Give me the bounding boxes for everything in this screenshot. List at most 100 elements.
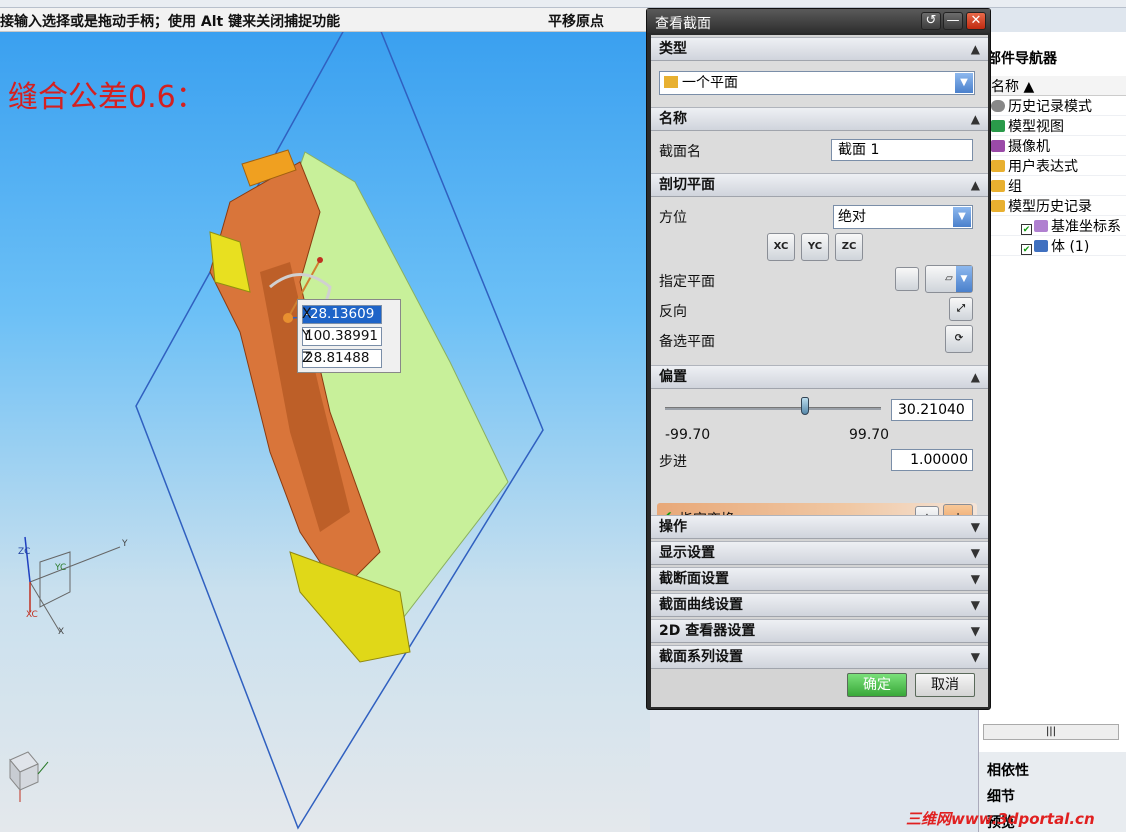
- triad-yc-label: YC: [54, 563, 66, 573]
- plane-selector-button[interactable]: ▱ ▼: [925, 265, 973, 293]
- reverse-arrows-icon: ⤢: [957, 303, 965, 314]
- orientation-dropdown[interactable]: 绝对 ▼: [833, 205, 973, 229]
- type-dropdown[interactable]: 一个平面 ▼: [659, 71, 975, 95]
- cut-plane-section-header[interactable]: 剖切平面 ▲: [651, 173, 988, 197]
- nav-item-model-history[interactable]: 模型历史记录: [979, 196, 1126, 216]
- chevron-up-icon: ▲: [970, 112, 980, 126]
- nav-item-user-expressions[interactable]: 用户表达式: [979, 156, 1126, 176]
- graphics-viewport[interactable]: Z Y ZC YC XC X 缝合公差0.6： X-28.13609 Y100.…: [0, 32, 650, 832]
- 2d-viewer-settings-header[interactable]: 2D 查看器设置 ▼: [651, 619, 988, 643]
- offset-slider-track[interactable]: [665, 407, 881, 410]
- triad-x-label: X: [58, 627, 64, 637]
- status-bar: 接输入选择或是拖动手柄；使用 Alt 键来关闭捕捉功能 平移原点: [0, 8, 650, 32]
- top-toolbar-strip: [0, 0, 1126, 8]
- view-section-dialog: 查看截面 ↺ — ✕ 类型 ▲ 一个平面 ▼ 名称 ▲ 截面名 截面 1 剖切平面 ▲…: [646, 8, 991, 710]
- folder-icon: [991, 160, 1005, 172]
- section-curve-settings-header[interactable]: 截面曲线设置 ▼: [651, 593, 988, 617]
- minimize-button[interactable]: —: [943, 12, 963, 30]
- nav-item-cameras[interactable]: 摄像机: [979, 136, 1126, 156]
- cycle-icon: ⟳: [954, 333, 964, 344]
- navigator-horizontal-scrollbar[interactable]: |||: [983, 724, 1119, 740]
- xc-plane-button[interactable]: XC: [767, 233, 795, 261]
- cut-plane-section-body: 方位 绝对 ▼ XC YC ZC 指定平面 ▱ ▼ 反向 ⤢ 备选平面 ⟳: [651, 197, 988, 365]
- camera-icon: [991, 140, 1005, 152]
- folder-icon: [991, 200, 1005, 212]
- close-button[interactable]: ✕: [966, 12, 986, 30]
- chevron-up-icon: ▲: [970, 370, 980, 384]
- nav-item-body[interactable]: ✔ 体 (1): [979, 236, 1126, 256]
- reverse-direction-button[interactable]: ⤢: [949, 297, 973, 321]
- chevron-down-icon: ▼: [970, 598, 980, 612]
- datum-csys-icon: [1034, 220, 1048, 232]
- coordinate-popup: X -28.13609 Y 100.38991 Z 28.81488: [297, 299, 401, 373]
- dialog-body: 类型 ▲ 一个平面 ▼ 名称 ▲ 截面名 截面 1 剖切平面 ▲ 方位 绝对 ▼ XC …: [651, 35, 988, 707]
- ok-button[interactable]: 确定: [847, 673, 907, 697]
- chevron-down-icon: ▼: [956, 266, 972, 292]
- triad-y-label: Y: [121, 539, 128, 549]
- wcs-triad: [24, 536, 121, 633]
- cube-icon: [991, 120, 1005, 132]
- cap-settings-section-header[interactable]: 截断面设置 ▼: [651, 567, 988, 591]
- operation-section-header[interactable]: 操作 ▼: [651, 515, 988, 539]
- section-name-input[interactable]: 截面 1: [831, 139, 973, 161]
- triad-xc-label: XC: [26, 610, 38, 620]
- reverse-direction-label: 反向: [659, 304, 687, 320]
- dependencies-panel-header[interactable]: 相依性: [987, 760, 1029, 780]
- display-settings-section-header[interactable]: 显示设置 ▼: [651, 541, 988, 565]
- view-cube: [9, 751, 49, 802]
- stitch-tolerance-note: 缝合公差0.6：: [8, 80, 206, 115]
- nav-item-groups[interactable]: 组: [979, 176, 1126, 196]
- offset-slider-thumb[interactable]: [801, 397, 810, 415]
- chevron-up-icon: ▲: [970, 178, 980, 192]
- offset-max-label: 99.70: [849, 427, 890, 443]
- section-series-settings-header[interactable]: 截面系列设置 ▼: [651, 645, 988, 669]
- chevron-down-icon: ▼: [955, 73, 973, 93]
- section-name-label: 截面名: [659, 144, 701, 160]
- folder-icon: [991, 180, 1005, 192]
- details-panel-header[interactable]: 细节: [987, 786, 1015, 806]
- chevron-up-icon: ▲: [970, 42, 980, 56]
- offset-section-header[interactable]: 偏置 ▲: [651, 365, 988, 389]
- z-coord-label: Z: [302, 350, 312, 366]
- step-label: 步进: [659, 454, 687, 470]
- offset-min-label: -99.70: [665, 427, 711, 443]
- specify-plane-label: 指定平面: [659, 274, 715, 290]
- nav-item-model-views[interactable]: 模型视图: [979, 116, 1126, 136]
- nav-item-history-mode[interactable]: 历史记录模式: [979, 96, 1126, 116]
- triad-zc-label: ZC: [18, 547, 30, 557]
- offset-value-input[interactable]: 30.21040: [891, 399, 973, 421]
- clock-icon: [991, 100, 1005, 112]
- alternate-plane-button[interactable]: ⟳: [945, 325, 973, 353]
- checkbox-checked-icon: ✔: [1021, 224, 1032, 235]
- move-origin-label: 平移原点: [548, 14, 604, 30]
- reset-button[interactable]: ↺: [921, 12, 941, 30]
- chevron-down-icon: ▼: [970, 572, 980, 586]
- y-coord-label: Y: [302, 328, 311, 344]
- x-coord-label: X: [302, 306, 312, 322]
- chevron-down-icon: ▼: [953, 207, 971, 227]
- chevron-down-icon: ▼: [970, 650, 980, 664]
- nav-item-datum-csys[interactable]: ✔ 基准坐标系: [979, 216, 1126, 236]
- orientation-label: 方位: [659, 210, 687, 226]
- model-scene[interactable]: Z Y ZC YC XC X: [0, 32, 650, 832]
- chevron-down-icon: ▼: [970, 546, 980, 560]
- name-section-header[interactable]: 名称 ▲: [651, 107, 988, 131]
- status-message: 接输入选择或是拖动手柄；使用 Alt 键来关闭捕捉功能: [0, 14, 341, 30]
- name-section-body: 截面名 截面 1: [651, 131, 988, 173]
- cancel-button[interactable]: 取消: [915, 673, 975, 697]
- navigator-name-column-header[interactable]: 名称 ▲: [979, 76, 1126, 96]
- plane-icon: [664, 76, 678, 88]
- alternate-plane-label: 备选平面: [659, 334, 715, 350]
- dialog-titlebar[interactable]: 查看截面 ↺ — ✕: [647, 9, 990, 33]
- step-value-input[interactable]: 1.00000: [891, 449, 973, 471]
- site-watermark: 三维网www.3dportal.cn: [906, 810, 1095, 828]
- plane-dialog-icon[interactable]: [895, 267, 919, 291]
- part-navigator: 部件导航器 名称 ▲ 历史记录模式 模型视图 摄像机 用户表达式 组 模型历史记…: [978, 32, 1126, 832]
- offset-section-body: 30.21040 -99.70 99.70 步进 1.00000 ✔ 指定变换 …: [651, 389, 988, 533]
- yc-plane-button[interactable]: YC: [801, 233, 829, 261]
- plane-select-icon: ▱: [945, 273, 953, 284]
- zc-plane-button[interactable]: ZC: [835, 233, 863, 261]
- type-section-header[interactable]: 类型 ▲: [651, 37, 988, 61]
- navigator-title: 部件导航器: [987, 51, 1057, 67]
- dialog-title: 查看截面: [655, 16, 711, 32]
